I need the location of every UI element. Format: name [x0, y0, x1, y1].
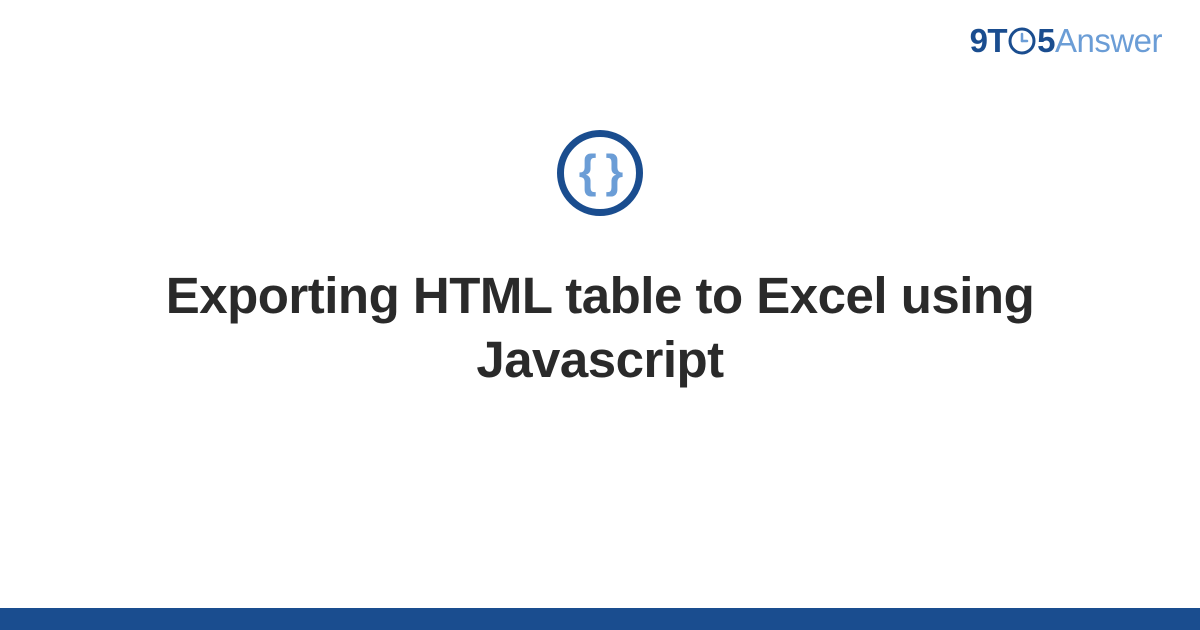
footer-accent-bar [0, 608, 1200, 630]
page-title: Exporting HTML table to Excel using Java… [125, 264, 1075, 392]
category-icon-circle: { } [557, 130, 643, 216]
main-content: { } Exporting HTML table to Excel using … [0, 130, 1200, 392]
logo-text-9t: 9T [970, 22, 1008, 60]
logo-text-answer: Answer [1055, 22, 1162, 60]
site-logo: 9T 5 Answer [970, 22, 1162, 60]
code-braces-icon: { } [579, 148, 622, 194]
logo-text-5: 5 [1037, 22, 1055, 60]
clock-icon [1008, 27, 1036, 55]
